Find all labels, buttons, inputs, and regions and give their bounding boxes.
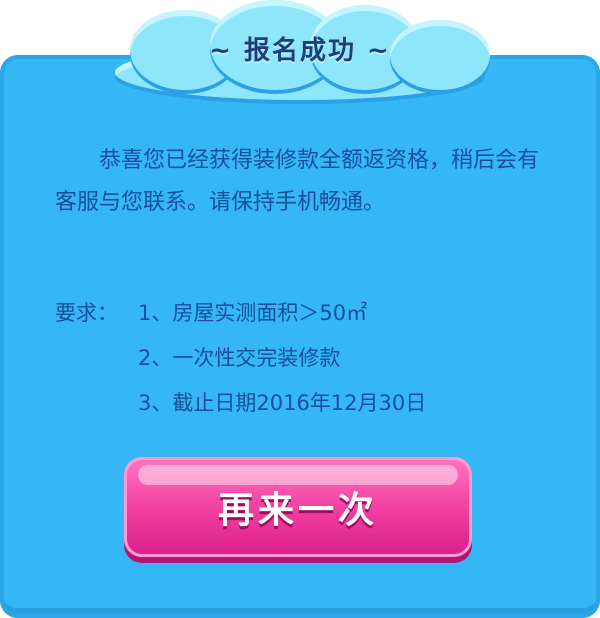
retry-button-label: 再来一次 [217, 490, 378, 531]
success-message: 恭喜您已经获得装修款全额返资格，稍后会有客服与您联系。请保持手机畅通。 [55, 148, 540, 215]
requirement-item: 2、一次性交完装修款 [138, 346, 341, 370]
message-block: 恭喜您已经获得装修款全额返资格，稍后会有客服与您联系。请保持手机畅通。 [55, 140, 555, 224]
dialog-title: ~ 报名成功 ~ [209, 36, 391, 66]
requirement-item: 3、截止日期2016年12月30日 [138, 391, 427, 415]
requirement-item: 1、房屋实测面积＞50㎡ [138, 301, 368, 325]
retry-button[interactable]: 再来一次 [124, 457, 472, 557]
requirements-label: 要求： [55, 301, 118, 325]
